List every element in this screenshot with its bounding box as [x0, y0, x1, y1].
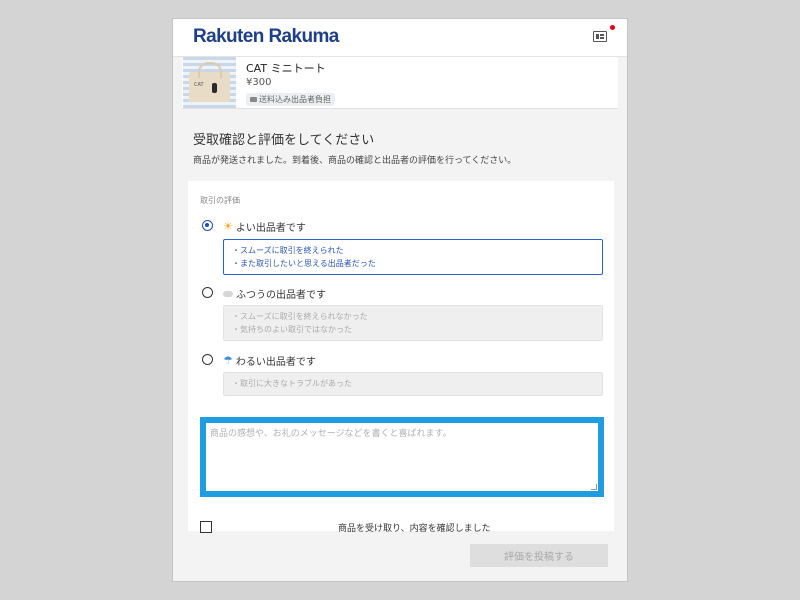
option-normal-description: ・スムーズに取引を終えられなかった ・気持ちのよい取引ではなかった — [223, 305, 603, 341]
confirm-label[interactable]: 商品を受け取り、内容を確認しました — [338, 521, 491, 534]
page-heading: 受取確認と評価をしてください — [193, 133, 375, 148]
option-normal-label[interactable]: ふつうの出品者です — [223, 286, 326, 301]
radio-good[interactable] — [202, 220, 213, 231]
rating-card: 取引の評価 ☀ よい出品者です ・スムーズに取引を終えられた ・また取引したいと… — [188, 181, 614, 534]
option-good-description: ・スムーズに取引を終えられた ・また取引したいと思える出品者だった — [223, 239, 603, 275]
confirm-checkbox[interactable] — [200, 521, 212, 533]
radio-bad[interactable] — [202, 354, 213, 365]
comment-box — [200, 417, 604, 497]
option-bad-description: ・取引に大きなトラブルがあった — [223, 372, 603, 396]
resize-handle[interactable] — [591, 484, 597, 490]
product-name: CAT ミニトート — [246, 62, 326, 75]
section-label: 取引の評価 — [200, 196, 240, 205]
rakuma-window: Rakuten Rakuma CAT CAT ミニトート ¥300 送料込み出品… — [172, 18, 628, 582]
notification-dot — [610, 25, 615, 30]
shipping-label: 送料込み出品者負担 — [259, 95, 331, 104]
option-bad-label[interactable]: ☂ わるい出品者です — [223, 353, 316, 368]
truck-icon — [250, 97, 257, 102]
tote-bag-image: CAT — [189, 62, 230, 102]
id-card-icon[interactable] — [593, 31, 607, 42]
radio-normal[interactable] — [202, 287, 213, 298]
top-header: Rakuten Rakuma — [173, 19, 627, 57]
comment-textarea[interactable] — [206, 423, 598, 491]
submit-rating-button[interactable]: 評価を投稿する — [470, 544, 608, 567]
option-good-label[interactable]: ☀ よい出品者です — [223, 219, 306, 234]
page-subtext: 商品が発送されました。到着後、商品の確認と出品者の評価を行ってください。 — [193, 156, 517, 166]
product-price: ¥300 — [246, 77, 272, 88]
rakuten-rakuma-logo[interactable]: Rakuten Rakuma — [193, 26, 339, 48]
product-thumbnail: CAT — [183, 57, 236, 108]
sun-icon: ☀ — [223, 220, 233, 233]
shipping-badge: 送料込み出品者負担 — [246, 93, 335, 106]
product-summary[interactable]: CAT CAT ミニトート ¥300 送料込み出品者負担 — [182, 57, 618, 109]
cloud-icon — [223, 290, 233, 297]
umbrella-icon: ☂ — [223, 354, 233, 367]
